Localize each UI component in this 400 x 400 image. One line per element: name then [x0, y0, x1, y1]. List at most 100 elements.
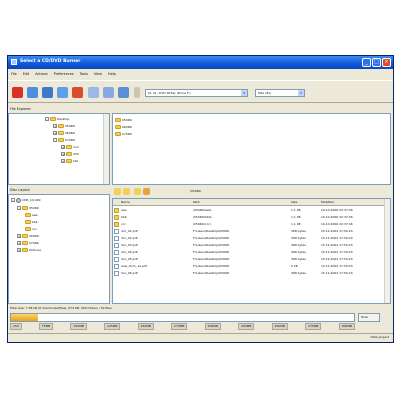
project-type: Data project [370, 335, 389, 339]
table-row[interactable]: doc_01.pdf F:\Users\Desktop\0506D 368 byte… [113, 228, 390, 235]
tick-label: 300MB [338, 323, 355, 330]
folder-icon [115, 125, 121, 129]
table-row[interactable]: doc_03.pdf F:\Users\Desktop\0506D 368 byte… [113, 242, 390, 249]
copy-disc-icon[interactable] [88, 87, 99, 98]
disc-layout-title: Disc Layout [8, 187, 108, 194]
folder-up-icon[interactable] [114, 188, 121, 195]
tree-item[interactable]: +0706D [17, 240, 39, 246]
app-icon [11, 59, 17, 65]
table-row[interactable]: doc_04.pdf F:\Users\Desktop\0506D 368 byte… [113, 249, 390, 256]
file-icon [114, 250, 119, 255]
tree-item[interactable]: + Pictures [17, 247, 41, 253]
menu-view[interactable]: View [94, 72, 102, 76]
list-item[interactable]: 0606D [115, 124, 132, 130]
tick-label: 275MB [305, 323, 322, 330]
folder-icon [22, 234, 28, 238]
table-row[interactable]: doc_06.pdf F:\Users\Desktop\0506D 368 byte… [113, 270, 390, 277]
folder-icon [58, 138, 64, 142]
folder-icon [25, 220, 31, 224]
disc-capacity-bar [10, 313, 355, 322]
properties-icon[interactable] [143, 188, 150, 195]
tree-item[interactable]: + nnn [61, 144, 79, 150]
folder-icon [66, 145, 72, 149]
tick-label: 225MB [238, 323, 255, 330]
disc-layout-tree: - CDR_1/1409 -0506D aaa bbb ccc +0606D +0… [8, 194, 110, 304]
folder-icon [115, 132, 121, 136]
hide-button-label: Hide [361, 315, 368, 319]
folder-icon[interactable] [134, 188, 141, 195]
tree-item[interactable]: -0506D [17, 205, 39, 211]
tick-label: 200MB [204, 323, 221, 330]
tick-label: 100MB [70, 323, 87, 330]
hide-button[interactable]: Hide [358, 313, 380, 322]
new-project-icon[interactable] [27, 87, 38, 98]
folder-icon [22, 206, 28, 210]
tree-item[interactable]: - CDR_1/1409 [11, 197, 41, 203]
tree-item[interactable]: -0706D [53, 137, 75, 143]
disc-layout-list: Name Path Size Modified aaa \0506D\aaa\ 1.… [112, 198, 391, 304]
open-icon[interactable] [57, 87, 68, 98]
burn-icon[interactable] [72, 87, 83, 98]
speed-select[interactable]: Max (8x) ▾ [255, 89, 305, 97]
file-icon [114, 243, 119, 248]
burn-disc-icon[interactable] [118, 87, 129, 98]
window-title: Select a CD/DVD Burner [20, 59, 81, 64]
scrollbar[interactable] [103, 114, 109, 184]
folder-icon [115, 118, 121, 122]
chevron-down-icon[interactable]: ▾ [241, 90, 247, 96]
menu-bar: File Edit Actions Preferences Tools View… [8, 70, 393, 78]
col-path[interactable]: Path [193, 200, 200, 204]
tree-item[interactable]: + kkk [61, 158, 78, 164]
chevron-down-icon[interactable]: ▾ [298, 90, 304, 96]
tree-item[interactable]: +0606D [17, 233, 39, 239]
table-row[interactable]: new_form_1a.pdf F:\Users\Desktop\0506D 0 k… [113, 263, 390, 270]
tree-item[interactable]: +0606D [53, 130, 75, 136]
menu-actions[interactable]: Actions [35, 72, 47, 76]
stop-icon[interactable] [12, 87, 23, 98]
tick-label: 150MB [137, 323, 154, 330]
capacity-ticks: 150 75MB 100MB 125MB 150MB 175MB 200MB 2… [10, 323, 355, 330]
separator-icon [134, 87, 140, 98]
maximize-button[interactable]: □ [372, 58, 381, 67]
close-button[interactable]: × [382, 58, 391, 67]
file-explorer-tree: - Desktop +0506D +0606D -0706D + nnn + ddd … [8, 113, 110, 185]
tree-item[interactable]: + ddd [61, 151, 79, 157]
menu-help[interactable]: Help [108, 72, 116, 76]
folder-icon [25, 227, 31, 231]
folder-icon [66, 159, 72, 163]
table-header: Name Path Size Modified [113, 199, 390, 206]
col-name[interactable]: Name [121, 200, 130, 204]
erase-disc-icon[interactable] [103, 87, 114, 98]
new-folder-icon[interactable] [123, 188, 130, 195]
minimize-button[interactable]: _ [362, 58, 371, 67]
speed-select-value: Max (8x) [258, 91, 272, 95]
col-size[interactable]: Size [291, 200, 297, 204]
drive-select[interactable]: [0, 0] - DVD Writer (Drive F:) ▾ [145, 89, 248, 97]
folder-icon [58, 131, 64, 135]
menu-edit[interactable]: Edit [23, 72, 30, 76]
file-explorer-title: File Explorer [8, 106, 108, 113]
list-item[interactable]: 0506D [115, 117, 132, 123]
scrollbar[interactable] [384, 199, 390, 303]
title-bar: Select a CD/DVD Burner _ □ × [8, 56, 393, 69]
file-icon [114, 229, 119, 234]
save-icon[interactable] [42, 87, 53, 98]
tree-item[interactable]: ccc [25, 226, 37, 232]
menu-preferences[interactable]: Preferences [54, 72, 74, 76]
menu-tools[interactable]: Tools [80, 72, 88, 76]
table-row[interactable]: doc_05.pdf F:\Users\Desktop\0506D 368 byte… [113, 256, 390, 263]
table-row[interactable]: ccc \0506D\ccc\ 1.1 kB 10.10.2006 22:37:46 [113, 221, 390, 228]
tree-item[interactable]: +0506D [53, 123, 75, 129]
table-row[interactable]: bbb \0506D\bbb\ 1.1 kB 10.10.2006 22:37:46 [113, 214, 390, 221]
col-modified[interactable]: Modified [321, 200, 334, 204]
table-row[interactable]: aaa \0506D\aaa\ 1.1 kB 10.10.2006 22:37:46 [113, 207, 390, 214]
table-row[interactable]: doc_02.pdf F:\Users\Desktop\0506D 368 byte… [113, 235, 390, 242]
folder-icon [66, 152, 72, 156]
tree-item[interactable]: - Desktop [45, 116, 69, 122]
tree-item[interactable]: bbb [25, 219, 38, 225]
tree-item[interactable]: aaa [25, 212, 38, 218]
tick-label: 150 [10, 323, 22, 330]
list-item[interactable]: 0706D [115, 131, 132, 137]
drive-select-value: [0, 0] - DVD Writer (Drive F:) [148, 91, 191, 95]
menu-file[interactable]: File [11, 72, 17, 76]
